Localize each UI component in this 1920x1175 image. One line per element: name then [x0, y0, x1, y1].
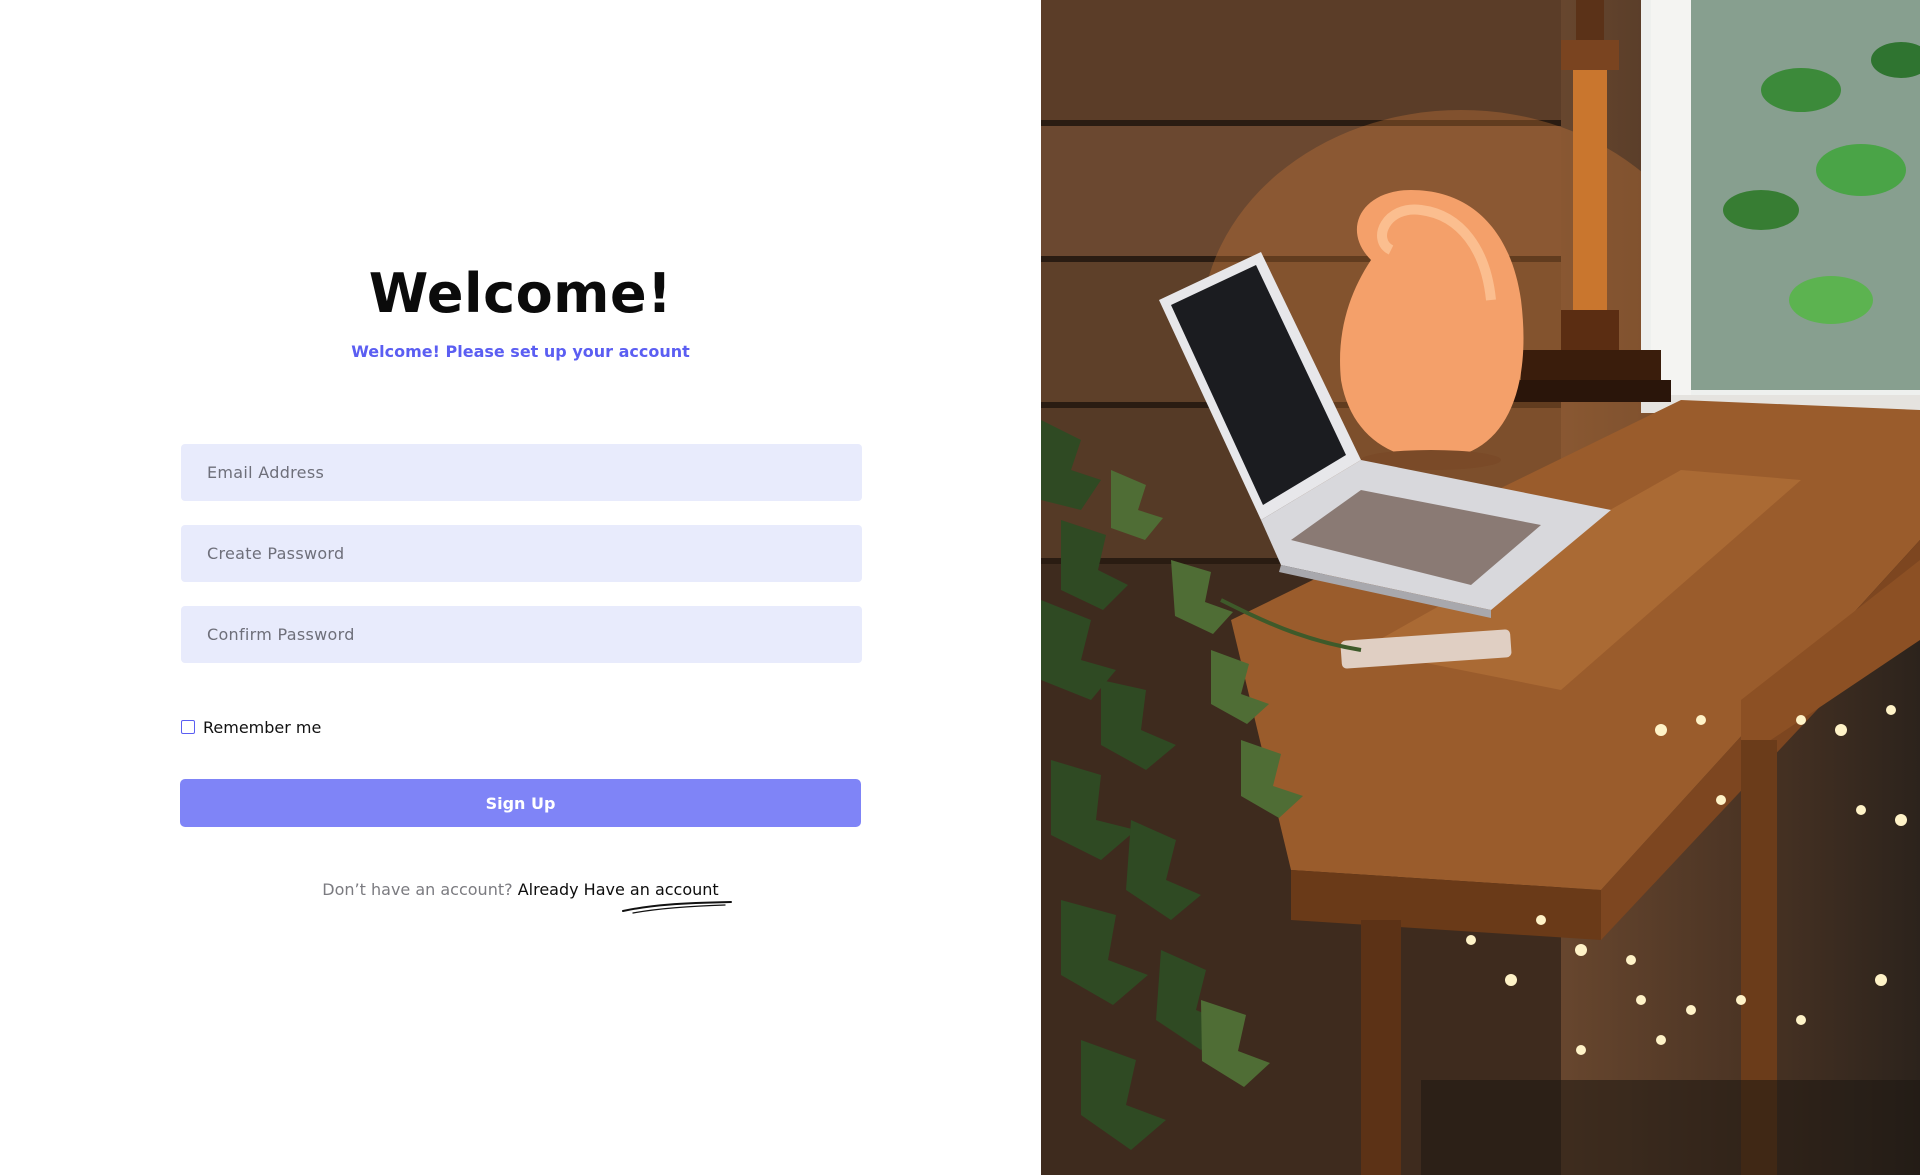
desk-photo-illustration	[1041, 0, 1920, 1175]
link-underline-squiggle	[622, 901, 732, 914]
account-prompt-text: Don’t have an account?	[322, 880, 513, 899]
signup-panel: Welcome! Welcome! Please set up your acc…	[0, 0, 1041, 1175]
page-subtitle: Welcome! Please set up your account	[351, 342, 690, 361]
login-link[interactable]: Already Have an account	[518, 880, 719, 899]
account-prompt: Don’t have an account? Already Have an a…	[0, 880, 1041, 899]
page-title: Welcome!	[368, 262, 673, 325]
confirm-password-input[interactable]	[181, 606, 862, 663]
sign-up-button[interactable]: Sign Up	[180, 779, 861, 827]
remember-me-label: Remember me	[203, 717, 322, 737]
create-password-input[interactable]	[181, 525, 862, 582]
remember-me-row[interactable]: Remember me	[181, 717, 321, 737]
email-input[interactable]	[181, 444, 862, 501]
remember-me-checkbox[interactable]	[181, 720, 195, 734]
hero-image	[1041, 0, 1920, 1175]
